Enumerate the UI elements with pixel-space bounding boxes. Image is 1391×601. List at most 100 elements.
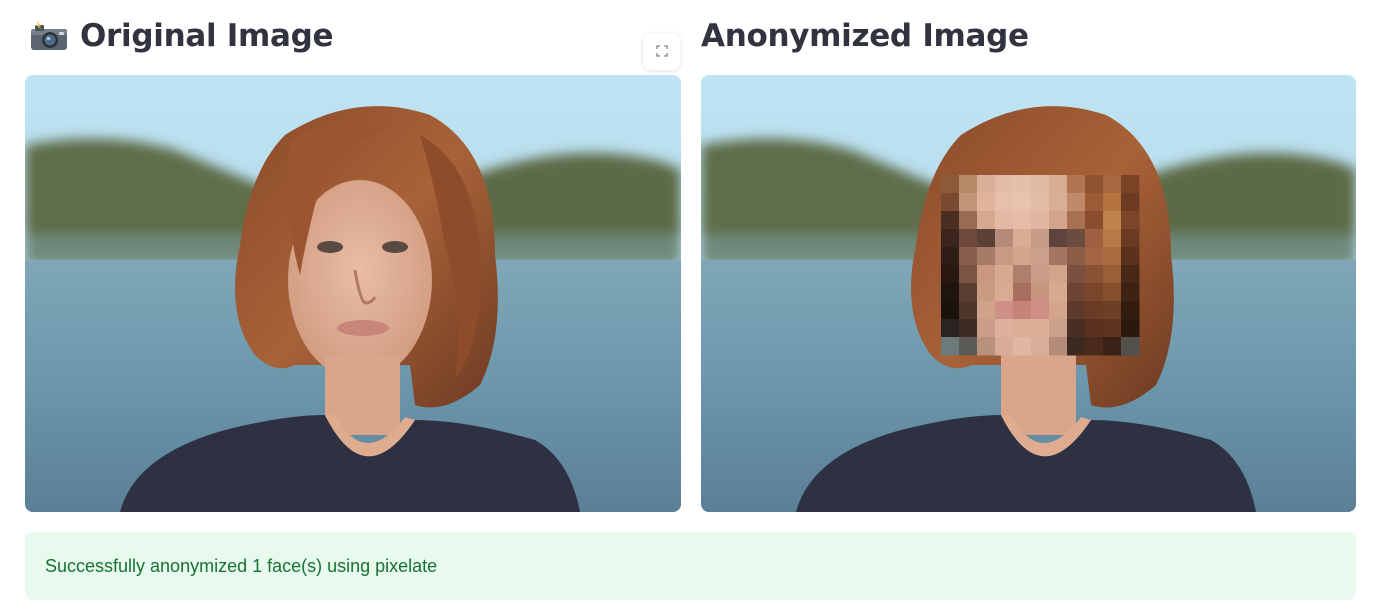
success-message: Successfully anonymized 1 face(s) using … bbox=[45, 555, 438, 576]
pixel-cell bbox=[941, 301, 960, 320]
pixelated-face-region bbox=[941, 175, 1140, 356]
app-page: Original Image Anonymized Image Successf… bbox=[0, 0, 1391, 601]
pixel-cell bbox=[1031, 229, 1050, 248]
pixel-cell bbox=[959, 229, 978, 248]
pixel-cell bbox=[1067, 211, 1086, 230]
pixel-cell bbox=[959, 319, 978, 338]
pixel-cell bbox=[977, 211, 996, 230]
pixel-cell bbox=[995, 229, 1014, 248]
pixel-cell bbox=[1085, 193, 1104, 212]
pixel-cell bbox=[1013, 265, 1032, 284]
pixel-cell bbox=[941, 265, 960, 284]
pixel-cell bbox=[995, 211, 1014, 230]
pixel-cell bbox=[1085, 283, 1104, 302]
pixel-cell bbox=[1049, 247, 1068, 266]
pixel-cell bbox=[995, 337, 1014, 356]
pixel-cell bbox=[1067, 283, 1086, 302]
pixel-cell bbox=[1031, 247, 1050, 266]
pixel-cell bbox=[1067, 319, 1086, 338]
pixel-cell bbox=[1121, 319, 1140, 338]
pixel-cell bbox=[941, 283, 960, 302]
pixel-cell bbox=[995, 283, 1014, 302]
pixel-cell bbox=[1121, 301, 1140, 320]
pixel-cell bbox=[1067, 337, 1086, 356]
pixel-cell bbox=[995, 265, 1014, 284]
pixel-cell bbox=[1103, 283, 1122, 302]
pixel-cell bbox=[977, 265, 996, 284]
pixel-cell bbox=[959, 193, 978, 212]
pixel-cell bbox=[959, 175, 978, 194]
fullscreen-icon bbox=[655, 42, 668, 61]
pixel-cell bbox=[1121, 265, 1140, 284]
original-image bbox=[25, 75, 681, 512]
pixel-cell bbox=[1049, 265, 1068, 284]
pixel-cell bbox=[941, 247, 960, 266]
anonymized-image-title: Anonymized Image bbox=[701, 18, 1029, 54]
pixel-cell bbox=[1103, 211, 1122, 230]
pixel-cell bbox=[1103, 319, 1122, 338]
anonymized-image-heading: Anonymized Image bbox=[701, 14, 1029, 58]
pixel-cell bbox=[959, 283, 978, 302]
pixel-cell bbox=[1031, 301, 1050, 320]
pixel-cell bbox=[1085, 337, 1104, 356]
pixel-cell bbox=[1013, 193, 1032, 212]
pixel-cell bbox=[1013, 229, 1032, 248]
pixel-cell bbox=[1121, 283, 1140, 302]
pixel-cell bbox=[1013, 337, 1032, 356]
pixel-cell bbox=[1067, 175, 1086, 194]
pixel-cell bbox=[977, 319, 996, 338]
pixel-cell bbox=[1121, 193, 1140, 212]
pixel-cell bbox=[1013, 283, 1032, 302]
pixel-cell bbox=[1121, 229, 1140, 248]
pixel-cell bbox=[977, 301, 996, 320]
pixel-cell bbox=[977, 229, 996, 248]
pixel-cell bbox=[1121, 175, 1140, 194]
pixel-cell bbox=[1085, 265, 1104, 284]
pixel-cell bbox=[1031, 283, 1050, 302]
pixel-cell bbox=[1085, 319, 1104, 338]
pixel-cell bbox=[1031, 193, 1050, 212]
success-alert: Successfully anonymized 1 face(s) using … bbox=[25, 532, 1356, 600]
pixel-cell bbox=[1121, 337, 1140, 356]
pixel-cell bbox=[941, 319, 960, 338]
pixel-cell bbox=[1013, 319, 1032, 338]
pixel-cell bbox=[977, 193, 996, 212]
pixel-cell bbox=[959, 265, 978, 284]
original-image-heading: Original Image bbox=[30, 14, 334, 58]
pixel-cell bbox=[1121, 247, 1140, 266]
pixel-cell bbox=[1049, 229, 1068, 248]
pixel-cell bbox=[1049, 337, 1068, 356]
pixel-cell bbox=[1031, 265, 1050, 284]
pixel-cell bbox=[1067, 247, 1086, 266]
pixel-cell bbox=[1103, 193, 1122, 212]
pixel-cell bbox=[1085, 247, 1104, 266]
pixel-cell bbox=[995, 175, 1014, 194]
pixel-cell bbox=[1031, 175, 1050, 194]
pixel-cell bbox=[1013, 175, 1032, 194]
pixel-cell bbox=[1013, 247, 1032, 266]
pixel-cell bbox=[1103, 229, 1122, 248]
pixel-cell bbox=[1049, 283, 1068, 302]
pixel-cell bbox=[1103, 301, 1122, 320]
camera-with-flash-icon bbox=[30, 20, 68, 52]
pixel-cell bbox=[1049, 211, 1068, 230]
pixel-cell bbox=[977, 247, 996, 266]
pixel-cell bbox=[941, 175, 960, 194]
pixel-cell bbox=[977, 175, 996, 194]
fullscreen-button[interactable] bbox=[643, 33, 680, 70]
pixel-cell bbox=[959, 211, 978, 230]
pixel-cell bbox=[1067, 301, 1086, 320]
pixel-cell bbox=[1049, 175, 1068, 194]
pixel-cell bbox=[941, 211, 960, 230]
pixel-cell bbox=[1085, 229, 1104, 248]
pixel-cell bbox=[1103, 175, 1122, 194]
pixel-cell bbox=[941, 337, 960, 356]
pixel-cell bbox=[1013, 301, 1032, 320]
pixel-cell bbox=[1103, 337, 1122, 356]
pixel-cell bbox=[1103, 265, 1122, 284]
pixel-cell bbox=[995, 247, 1014, 266]
pixel-cell bbox=[1085, 301, 1104, 320]
pixel-cell bbox=[941, 229, 960, 248]
anonymized-image bbox=[701, 75, 1356, 512]
pixel-cell bbox=[1013, 211, 1032, 230]
